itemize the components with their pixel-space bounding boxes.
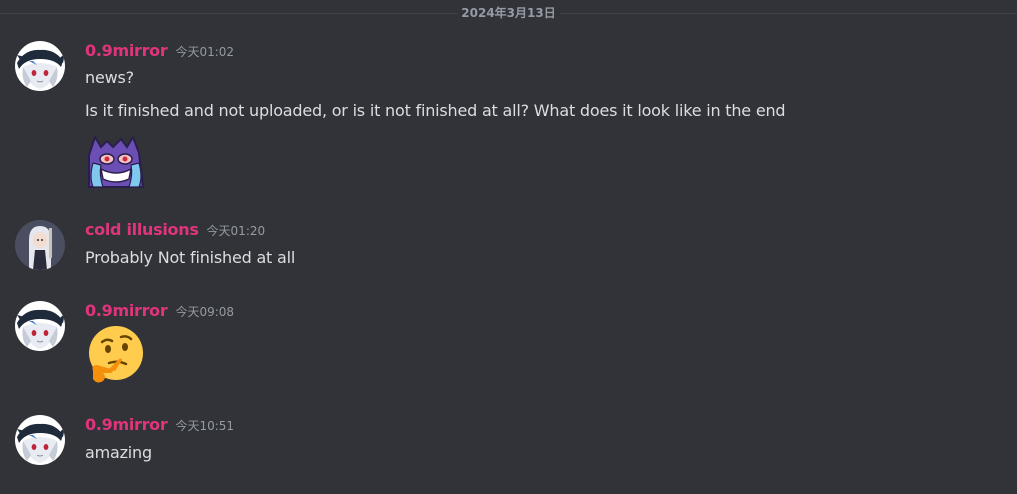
avatar[interactable] <box>15 41 65 91</box>
timestamp[interactable]: 今天10:51 <box>175 419 234 433</box>
message-text: Is it finished and not uploaded, or is i… <box>85 101 786 120</box>
avatar[interactable] <box>15 220 65 270</box>
anime-girl-avatar-icon <box>15 220 65 270</box>
anime-avatar-icon <box>15 41 65 91</box>
message-header: 0.9mirror 今天10:51 <box>85 415 234 434</box>
date-divider: 2024年3月13日 <box>0 5 1017 21</box>
message-text: news? <box>85 68 134 87</box>
message-header: 0.9mirror 今天09:08 <box>85 301 234 320</box>
avatar[interactable] <box>15 415 65 465</box>
crying-gengar-sticker[interactable] <box>85 133 147 189</box>
username[interactable]: 0.9mirror <box>85 301 168 320</box>
crying-gengar-icon <box>88 134 145 188</box>
thinking-face-icon <box>89 326 143 383</box>
message-header: cold illusions 今天01:20 <box>85 220 265 239</box>
message-text: amazing <box>85 443 152 462</box>
anime-avatar-icon <box>15 415 65 465</box>
anime-avatar-icon <box>15 301 65 351</box>
message-header: 0.9mirror 今天01:02 <box>85 41 234 60</box>
timestamp[interactable]: 今天09:08 <box>175 305 234 319</box>
username[interactable]: cold illusions <box>85 220 199 239</box>
date-divider-label: 2024年3月13日 <box>457 5 560 21</box>
timestamp[interactable]: 今天01:20 <box>207 224 266 238</box>
avatar[interactable] <box>15 301 65 351</box>
chat-messages: 2024年3月13日 0.9mirror 今天01:02 news? Is it … <box>0 0 1017 494</box>
timestamp[interactable]: 今天01:02 <box>175 45 234 59</box>
thinking-face-emoji[interactable] <box>85 325 147 387</box>
username[interactable]: 0.9mirror <box>85 415 168 434</box>
message-text: Probably Not finished at all <box>85 248 296 267</box>
username[interactable]: 0.9mirror <box>85 41 168 60</box>
